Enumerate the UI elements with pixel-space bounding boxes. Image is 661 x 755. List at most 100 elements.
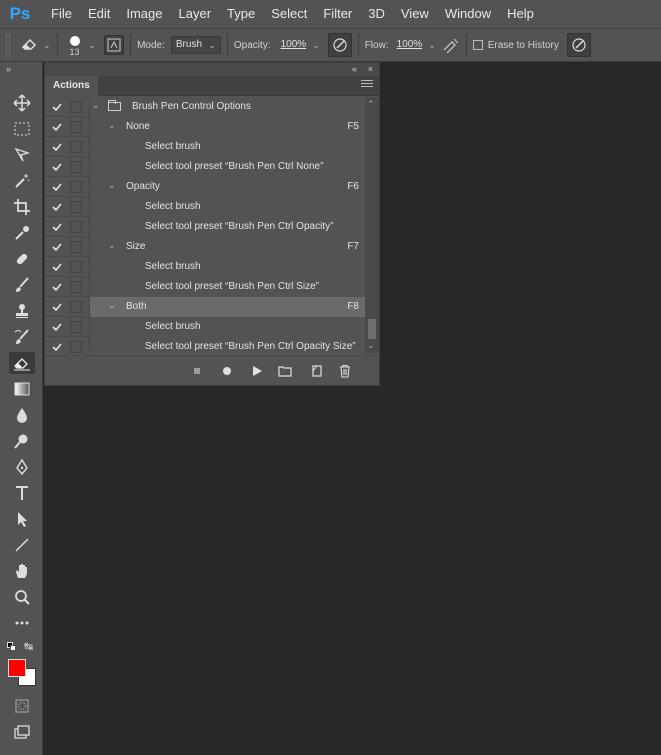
brush-preset-picker[interactable]: 13: [64, 34, 86, 57]
toggle-dialog-box[interactable]: [70, 281, 82, 293]
zoom-tool-icon[interactable]: [9, 586, 35, 608]
menu-image[interactable]: Image: [118, 0, 170, 28]
menu-layer[interactable]: Layer: [171, 0, 220, 28]
dodge-tool-icon[interactable]: [9, 430, 35, 452]
action-row-action[interactable]: ⌄ None F5: [45, 117, 365, 137]
brush-tool-icon[interactable]: [9, 274, 35, 296]
move-tool-icon[interactable]: [9, 92, 35, 114]
action-row-action[interactable]: ⌄ Size F7: [45, 237, 365, 257]
flow-input[interactable]: 100% ⌄: [393, 36, 440, 54]
blur-tool-icon[interactable]: [9, 404, 35, 426]
toggle-dialog-box[interactable]: [70, 141, 82, 153]
lasso-tool-icon[interactable]: [9, 144, 35, 166]
history-brush-tool-icon[interactable]: [9, 326, 35, 348]
foreground-color-swatch[interactable]: [8, 659, 26, 677]
toggle-item-checkmark-icon[interactable]: [51, 260, 63, 272]
expand-chevron-icon[interactable]: ⌄: [108, 240, 116, 251]
menu-window[interactable]: Window: [437, 0, 499, 28]
path-selection-tool-icon[interactable]: [9, 508, 35, 530]
menu-select[interactable]: Select: [263, 0, 315, 28]
toggle-dialog-box[interactable]: [70, 261, 82, 273]
action-row-content[interactable]: Select tool preset “Brush Pen Ctrl Size”: [89, 277, 365, 297]
record-button[interactable]: [220, 364, 234, 378]
brush-settings-panel-toggle[interactable]: [104, 35, 125, 55]
action-row-content[interactable]: Select brush: [89, 197, 365, 217]
expand-chevron-icon[interactable]: ⌄: [108, 180, 116, 191]
action-row-command[interactable]: Select tool preset “Brush Pen Ctrl None”: [45, 157, 365, 177]
type-tool-icon[interactable]: [9, 482, 35, 504]
toggle-item-checkmark-icon[interactable]: [51, 160, 63, 172]
collapse-panel-icon[interactable]: «: [352, 63, 357, 76]
gradient-tool-icon[interactable]: [9, 378, 35, 400]
tab-actions[interactable]: Actions: [45, 76, 98, 96]
magic-wand-tool-icon[interactable]: [9, 170, 35, 192]
screen-mode-icon[interactable]: [9, 721, 35, 743]
scroll-up-icon[interactable]: ⌃: [367, 99, 375, 110]
action-row-content[interactable]: ⌄ Size F7: [89, 237, 365, 257]
toggle-dialog-box[interactable]: [70, 241, 82, 253]
action-row-content[interactable]: Select tool preset “Brush Pen Ctrl None”: [89, 157, 365, 177]
clone-stamp-tool-icon[interactable]: [9, 300, 35, 322]
toggle-dialog-box[interactable]: [70, 201, 82, 213]
pen-tool-icon[interactable]: [9, 456, 35, 478]
toggle-item-checkmark-icon[interactable]: [51, 100, 63, 112]
more-tools-icon[interactable]: [9, 612, 35, 634]
toggle-item-checkmark-icon[interactable]: [51, 240, 63, 252]
action-row-content[interactable]: ⌄ Both F8: [89, 297, 365, 317]
toggle-item-checkmark-icon[interactable]: [51, 340, 63, 352]
panel-menu-icon[interactable]: [361, 80, 373, 92]
toggle-dialog-box[interactable]: [70, 341, 82, 353]
toggle-dialog-box[interactable]: [70, 181, 82, 193]
eyedropper-tool-icon[interactable]: [9, 222, 35, 244]
action-row-set[interactable]: ⌄ Brush Pen Control Options: [45, 97, 365, 117]
opacity-input[interactable]: 100% ⌄: [277, 36, 324, 54]
action-row-command[interactable]: Select brush: [45, 197, 365, 217]
menu-edit[interactable]: Edit: [80, 0, 118, 28]
pressure-size-toggle[interactable]: [566, 33, 591, 57]
play-button[interactable]: [250, 364, 264, 378]
new-action-button[interactable]: [310, 364, 324, 378]
stop-button[interactable]: [190, 364, 204, 378]
menu-help[interactable]: Help: [499, 0, 542, 28]
toggle-dialog-box[interactable]: [70, 121, 82, 133]
action-row-action[interactable]: ⌄ Both F8: [45, 297, 365, 317]
toggle-item-checkmark-icon[interactable]: [51, 180, 63, 192]
action-row-command[interactable]: Select tool preset “Brush Pen Ctrl Opaci…: [45, 337, 365, 353]
delete-button[interactable]: [338, 364, 352, 378]
action-row-content[interactable]: Select brush: [89, 257, 365, 277]
action-row-content[interactable]: Select brush: [89, 317, 365, 337]
eraser-tool-icon[interactable]: [9, 352, 35, 374]
scroll-thumb[interactable]: [368, 319, 376, 339]
mode-select[interactable]: Brush ⌄: [170, 36, 221, 54]
action-row-command[interactable]: Select brush: [45, 137, 365, 157]
action-row-content[interactable]: Select brush: [89, 137, 365, 157]
chevron-down-icon[interactable]: ⌄: [89, 40, 97, 51]
swap-colors-icon[interactable]: ↹: [24, 640, 33, 653]
action-row-command[interactable]: Select brush: [45, 257, 365, 277]
menu-type[interactable]: Type: [219, 0, 263, 28]
tool-preset-picker[interactable]: ⌄: [20, 36, 51, 55]
hand-tool-icon[interactable]: [9, 560, 35, 582]
quick-mask-icon[interactable]: [9, 695, 35, 717]
options-bar-grip[interactable]: [6, 33, 10, 57]
toggle-item-checkmark-icon[interactable]: [51, 200, 63, 212]
toggle-item-checkmark-icon[interactable]: [51, 140, 63, 152]
marquee-tool-icon[interactable]: [9, 118, 35, 140]
toggle-dialog-box[interactable]: [70, 101, 82, 113]
toggle-item-checkmark-icon[interactable]: [51, 220, 63, 232]
action-row-command[interactable]: Select tool preset “Brush Pen Ctrl Size”: [45, 277, 365, 297]
scroll-down-icon[interactable]: ⌄: [367, 340, 375, 351]
collapse-toolbar-icon[interactable]: »: [6, 64, 11, 74]
action-row-content[interactable]: Select tool preset “Brush Pen Ctrl Opaci…: [89, 217, 365, 237]
toggle-item-checkmark-icon[interactable]: [51, 300, 63, 312]
pressure-opacity-toggle[interactable]: [327, 33, 352, 57]
toggle-item-checkmark-icon[interactable]: [51, 280, 63, 292]
toggle-item-checkmark-icon[interactable]: [51, 320, 63, 332]
menu-file[interactable]: File: [43, 0, 80, 28]
action-row-action[interactable]: ⌄ Opacity F6: [45, 177, 365, 197]
toggle-dialog-box[interactable]: [70, 301, 82, 313]
toggle-dialog-box[interactable]: [70, 321, 82, 333]
menu-filter[interactable]: Filter: [315, 0, 360, 28]
erase-history-checkbox[interactable]: [472, 40, 483, 50]
airbrush-toggle[interactable]: [442, 37, 460, 53]
